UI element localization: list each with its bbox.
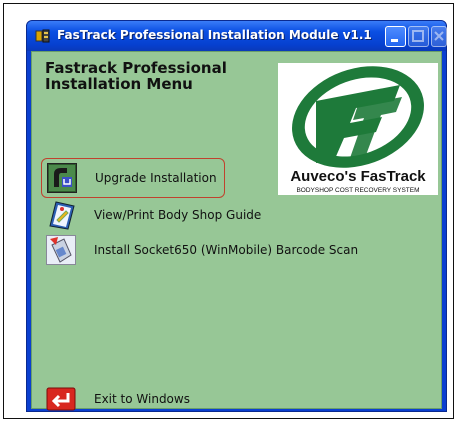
- logo-brand: Auveco's FasTrack: [290, 168, 426, 185]
- logo-tagline: BODYSHOP COST RECOVERY SYSTEM: [296, 187, 419, 194]
- guide-book-icon: [49, 201, 75, 230]
- maximize-icon: [412, 30, 424, 42]
- menu-heading: Fastrack Professional Installation Menu: [45, 59, 227, 93]
- minimize-icon: [391, 39, 398, 42]
- app-icon: [35, 29, 50, 43]
- menu-item-view-print-guide[interactable]: View/Print Body Shop Guide: [44, 200, 414, 232]
- menu-item-label: View/Print Body Shop Guide: [94, 208, 262, 222]
- exit-label: Exit to Windows: [94, 392, 190, 406]
- window-title: FasTrack Professional Installation Modul…: [57, 28, 372, 42]
- menu-panel: Fastrack Professional Installation Menu …: [31, 51, 442, 411]
- minimize-button[interactable]: [385, 26, 406, 47]
- menu-item-upgrade-installation[interactable]: Upgrade Installation: [41, 158, 225, 198]
- upgrade-icon: [47, 163, 77, 193]
- title-bar[interactable]: FasTrack Professional Installation Modul…: [27, 21, 447, 51]
- installer-window: FasTrack Professional Installation Modul…: [26, 20, 447, 412]
- maximize-button[interactable]: [408, 26, 429, 47]
- close-button[interactable]: [431, 26, 447, 47]
- fastrack-logo-graphic: Auveco's FasTrack BODYSHOP COST RECOVERY…: [290, 66, 426, 194]
- exit-icon: [46, 387, 76, 411]
- exit-to-windows-button[interactable]: Exit to Windows: [44, 386, 414, 418]
- menu-item-install-socket650[interactable]: Install Socket650 (WinMobile) Barcode Sc…: [44, 235, 414, 267]
- barcode-scanner-icon: [46, 235, 76, 265]
- close-icon: [434, 31, 444, 41]
- menu-item-label: Install Socket650 (WinMobile) Barcode Sc…: [94, 243, 359, 257]
- menu-item-label: Upgrade Installation: [95, 171, 217, 185]
- fastrack-logo: Auveco's FasTrack BODYSHOP COST RECOVERY…: [278, 63, 438, 195]
